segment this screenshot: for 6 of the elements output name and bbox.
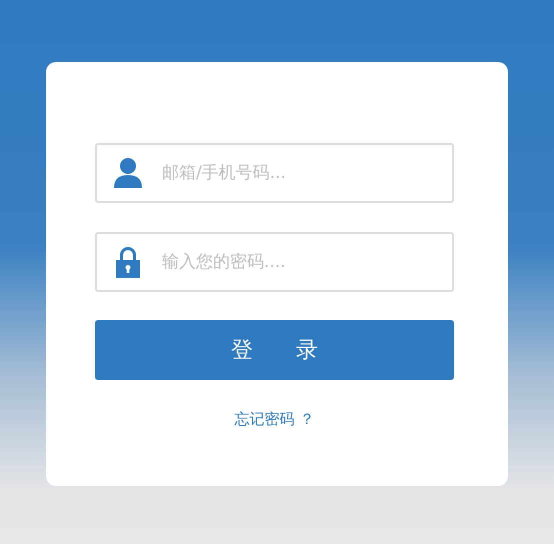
lock-icon <box>115 246 141 278</box>
account-field[interactable]: 邮箱/手机号码... <box>95 143 454 203</box>
user-icon <box>114 157 142 189</box>
password-field[interactable]: 输入您的密码.... <box>95 232 454 292</box>
forgot-password-link[interactable]: 忘记密码 ？ <box>234 410 314 429</box>
login-button[interactable]: 登 录 <box>95 320 454 380</box>
